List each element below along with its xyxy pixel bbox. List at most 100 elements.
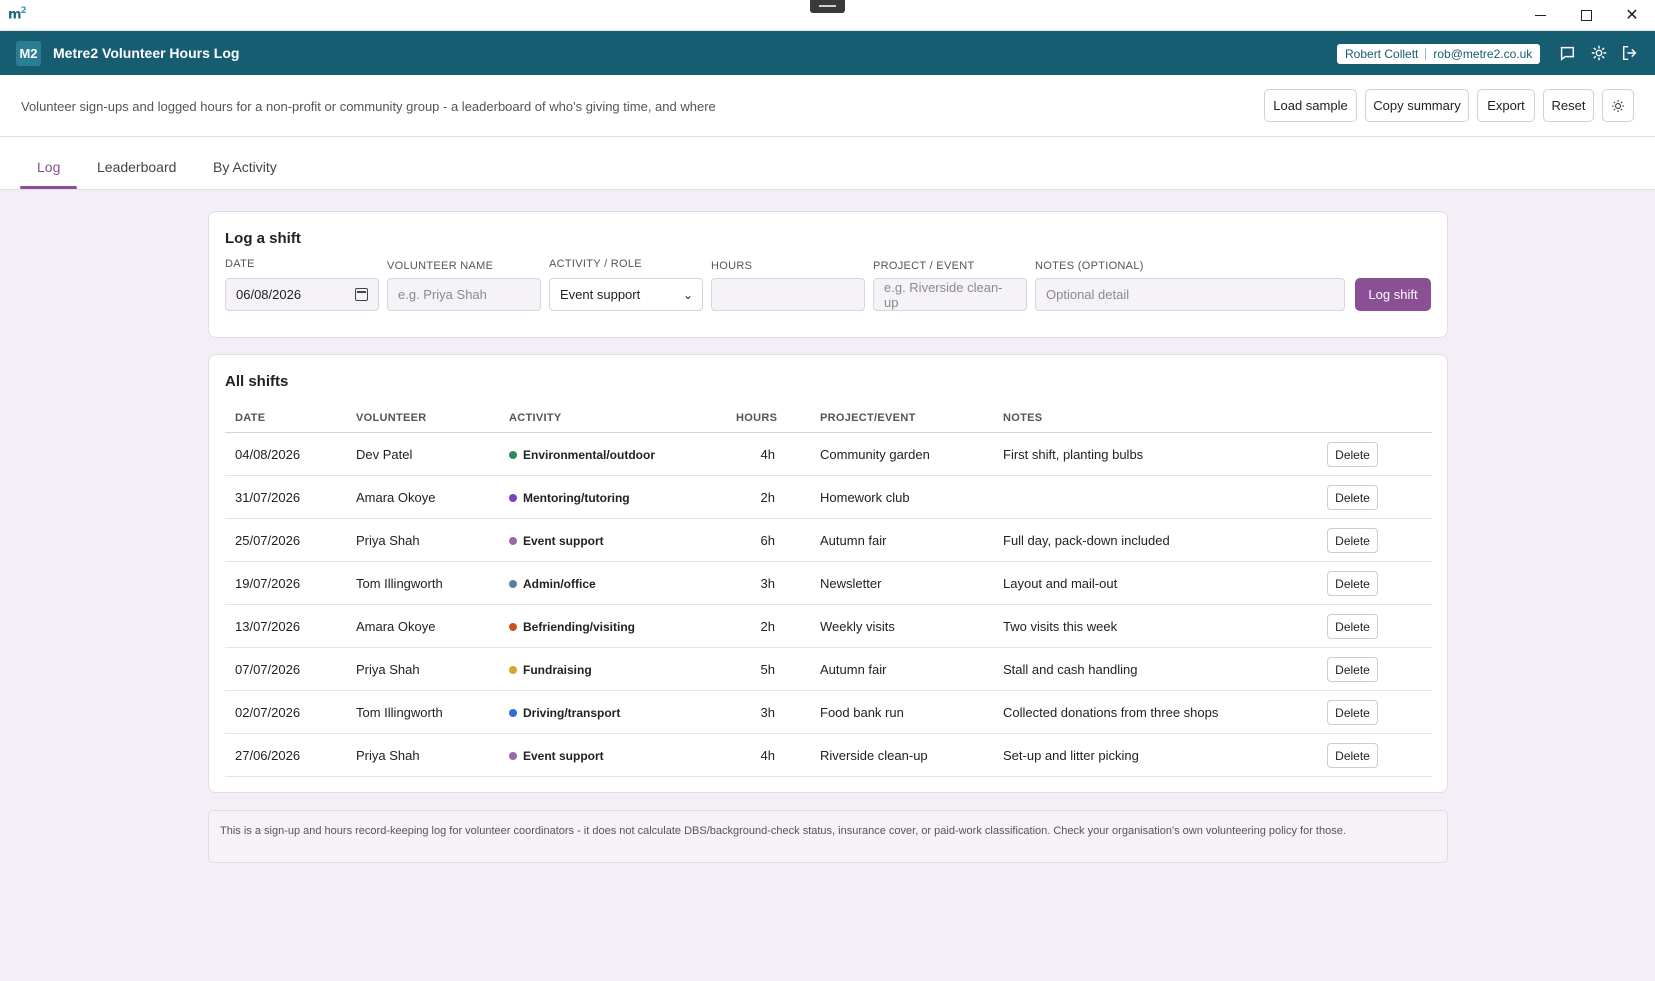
table-row: 31/07/2026 Amara Okoye Mentoring/tutoring 2… bbox=[225, 476, 1432, 519]
log-shift-title: Log a shift bbox=[225, 230, 301, 247]
cell-date: 19/07/2026 bbox=[235, 576, 301, 591]
volunteer-name-input[interactable]: e.g. Priya Shah bbox=[387, 278, 541, 311]
delete-button[interactable]: Delete bbox=[1327, 614, 1378, 639]
activity-select[interactable]: Event support ⌄ bbox=[549, 278, 703, 311]
volunteer-name-label: VOLUNTEER NAME bbox=[387, 260, 494, 272]
table-row: 07/07/2026 Priya Shah Fundraising 5h Autumn … bbox=[225, 648, 1432, 691]
cell-activity: Environmental/outdoor bbox=[509, 448, 655, 462]
active-tab-indicator bbox=[20, 186, 77, 189]
cell-activity: Driving/transport bbox=[509, 706, 620, 720]
activity-dot bbox=[509, 451, 517, 459]
hours-label: HOURS bbox=[711, 260, 753, 272]
delete-button[interactable]: Delete bbox=[1327, 485, 1378, 510]
date-input[interactable]: 06/08/2026 bbox=[225, 278, 379, 311]
cell-date: 31/07/2026 bbox=[235, 490, 301, 505]
chat-icon[interactable] bbox=[1558, 44, 1578, 64]
cell-project: Autumn fair bbox=[820, 533, 887, 548]
cell-volunteer: Amara Okoye bbox=[356, 490, 436, 505]
user-pill[interactable]: Robert Collett rob@metre2.co.uk bbox=[1337, 44, 1541, 64]
all-shifts-title: All shifts bbox=[225, 373, 289, 390]
delete-button[interactable]: Delete bbox=[1327, 528, 1378, 553]
activity-dot bbox=[509, 752, 517, 760]
cell-date: 02/07/2026 bbox=[235, 705, 301, 720]
col-header-project[interactable]: PROJECT/EVENT bbox=[820, 412, 916, 424]
table-row: 27/06/2026 Priya Shah Event support 4h River… bbox=[225, 734, 1432, 777]
maximize-icon[interactable] bbox=[1563, 0, 1609, 31]
cell-activity: Mentoring/tutoring bbox=[509, 491, 630, 505]
activity-dot bbox=[509, 537, 517, 545]
cell-date: 27/06/2026 bbox=[235, 748, 301, 763]
cell-notes: Stall and cash handling bbox=[1003, 662, 1138, 677]
cell-volunteer: Priya Shah bbox=[356, 662, 420, 677]
cell-project: Riverside clean-up bbox=[820, 748, 928, 763]
notes-label: NOTES (OPTIONAL) bbox=[1035, 260, 1144, 272]
app-title: Metre2 Volunteer Hours Log bbox=[53, 45, 240, 61]
delete-button[interactable]: Delete bbox=[1327, 657, 1378, 682]
drag-handle[interactable] bbox=[810, 0, 845, 13]
disclaimer-note: This is a sign-up and hours record-keepi… bbox=[208, 810, 1448, 863]
col-header-volunteer[interactable]: VOLUNTEER bbox=[356, 412, 427, 424]
cell-hours: 4h bbox=[760, 447, 775, 462]
activity-dot bbox=[509, 623, 517, 631]
cell-notes: Layout and mail-out bbox=[1003, 576, 1118, 591]
activity-label: Event support bbox=[523, 749, 604, 763]
cell-hours: 6h bbox=[760, 533, 775, 548]
tab-leaderboard[interactable]: Leaderboard bbox=[97, 159, 176, 175]
log-shift-card: Log a shift DATE 06/08/2026 VOLUNTEER NA… bbox=[208, 211, 1448, 338]
cell-date: 25/07/2026 bbox=[235, 533, 301, 548]
table-row: 25/07/2026 Priya Shah Event support 6h Autum… bbox=[225, 519, 1432, 562]
export-button[interactable]: Export bbox=[1477, 89, 1535, 122]
activity-label: Event support bbox=[523, 534, 604, 548]
notes-input[interactable]: Optional detail bbox=[1035, 278, 1345, 311]
tab-by-activity[interactable]: By Activity bbox=[213, 159, 277, 175]
sun-icon[interactable] bbox=[1602, 89, 1634, 122]
activity-dot bbox=[509, 709, 517, 717]
delete-button[interactable]: Delete bbox=[1327, 571, 1378, 596]
app-header: M2 Metre2 Volunteer Hours Log Robert Col… bbox=[0, 31, 1655, 75]
cell-activity: Event support bbox=[509, 534, 604, 548]
project-label: PROJECT / EVENT bbox=[873, 260, 975, 272]
cell-volunteer: Priya Shah bbox=[356, 533, 420, 548]
cell-project: Weekly visits bbox=[820, 619, 895, 634]
cell-hours: 4h bbox=[760, 748, 775, 763]
cell-volunteer: Tom Illingworth bbox=[356, 705, 443, 720]
delete-button[interactable]: Delete bbox=[1327, 700, 1378, 725]
activity-label: Environmental/outdoor bbox=[523, 448, 655, 462]
cell-activity: Befriending/visiting bbox=[509, 620, 635, 634]
date-label: DATE bbox=[225, 258, 255, 270]
log-shift-button[interactable]: Log shift bbox=[1355, 278, 1431, 311]
calendar-icon[interactable] bbox=[355, 288, 368, 301]
logout-icon[interactable] bbox=[1621, 44, 1641, 64]
os-title-bar: m2 ✕ bbox=[0, 0, 1655, 31]
cell-date: 07/07/2026 bbox=[235, 662, 301, 677]
cell-activity: Fundraising bbox=[509, 663, 592, 677]
cell-project: Autumn fair bbox=[820, 662, 887, 677]
cell-hours: 3h bbox=[760, 576, 775, 591]
reset-button[interactable]: Reset bbox=[1543, 89, 1594, 122]
close-icon[interactable]: ✕ bbox=[1609, 0, 1655, 31]
cell-notes: Two visits this week bbox=[1003, 619, 1118, 634]
gear-icon[interactable] bbox=[1590, 44, 1610, 64]
activity-label: Driving/transport bbox=[523, 706, 621, 720]
load-sample-button[interactable]: Load sample bbox=[1264, 89, 1357, 122]
delete-button[interactable]: Delete bbox=[1327, 442, 1378, 467]
activity-dot bbox=[509, 494, 517, 502]
copy-summary-button[interactable]: Copy summary bbox=[1365, 89, 1469, 122]
col-header-activity[interactable]: ACTIVITY bbox=[509, 412, 562, 424]
minimize-icon[interactable] bbox=[1517, 0, 1563, 31]
col-header-date[interactable]: DATE bbox=[235, 412, 265, 424]
col-header-hours[interactable]: HOURS bbox=[736, 412, 777, 424]
chevron-down-icon: ⌄ bbox=[682, 288, 693, 302]
table-row: 04/08/2026 Dev Patel Environmental/outdoor… bbox=[225, 433, 1432, 476]
cell-volunteer: Amara Okoye bbox=[356, 619, 436, 634]
hours-input[interactable] bbox=[711, 278, 865, 311]
cell-volunteer: Priya Shah bbox=[356, 748, 420, 763]
tab-log[interactable]: Log bbox=[37, 159, 60, 175]
col-header-notes[interactable]: NOTES bbox=[1003, 412, 1042, 424]
cell-project: Food bank run bbox=[820, 705, 904, 720]
project-input[interactable]: e.g. Riverside clean-up bbox=[873, 278, 1027, 311]
table-row: 13/07/2026 Amara Okoye Befriending/visitin… bbox=[225, 605, 1432, 648]
tab-bar: Log Leaderboard By Activity bbox=[0, 137, 1655, 190]
cell-project: Newsletter bbox=[820, 576, 882, 591]
delete-button[interactable]: Delete bbox=[1327, 743, 1378, 768]
